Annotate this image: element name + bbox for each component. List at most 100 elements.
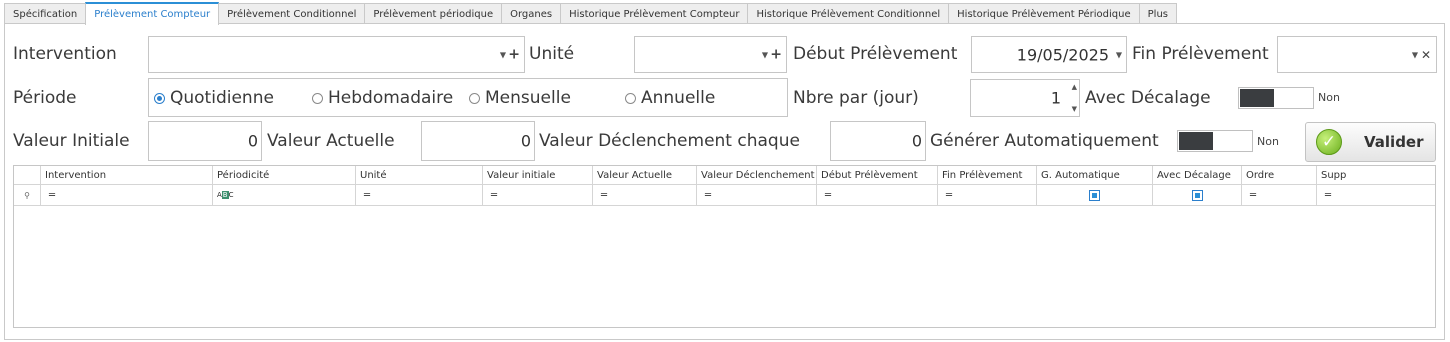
- valeur-initiale-input[interactable]: 0: [148, 121, 262, 161]
- nbre-par-jour-spinner[interactable]: 1 ▲ ▼: [970, 79, 1080, 117]
- equals-icon[interactable]: ═: [364, 190, 370, 201]
- filter-row-indicator: ⚲: [14, 185, 41, 205]
- column-header-fin-prelevement[interactable]: Fin Prélèvement: [938, 166, 1037, 184]
- valeur-actuelle-value: 0: [520, 131, 531, 151]
- valeur-actuelle-label: Valeur Actuelle: [267, 131, 395, 151]
- tab-organes[interactable]: Organes: [501, 3, 562, 24]
- filter-cell-ordre[interactable]: ═: [1242, 185, 1317, 205]
- grid-indicator-header: [14, 166, 41, 184]
- column-header-valeur-initiale[interactable]: Valeur initiale: [483, 166, 593, 184]
- close-icon[interactable]: ✕: [1421, 48, 1431, 62]
- equals-icon[interactable]: ═: [1250, 190, 1256, 201]
- intervention-combobox[interactable]: ▼ +: [148, 36, 525, 73]
- column-header-unite[interactable]: Unité: [356, 166, 483, 184]
- tab-specification[interactable]: Spécification: [4, 3, 87, 24]
- filter-cell-unite[interactable]: ═: [356, 185, 483, 205]
- generer-auto-state: Non: [1257, 135, 1279, 148]
- equals-icon[interactable]: ═: [825, 190, 831, 201]
- equals-icon[interactable]: ═: [601, 190, 607, 201]
- fin-prelevement-label: Fin Prélèvement: [1132, 44, 1269, 64]
- pin-icon: ⚲: [24, 190, 30, 200]
- filter-cell-fin-prelevement[interactable]: ═: [938, 185, 1037, 205]
- tab-historique-prelevement-periodique[interactable]: Historique Prélèvement Périodique: [948, 3, 1140, 24]
- toggle-knob: [1240, 89, 1274, 107]
- grid-filter-row: ⚲ ═ ABC ═ ═ ═ ═ ═ ═ ═ ═: [14, 185, 1435, 206]
- equals-icon[interactable]: ═: [491, 190, 497, 201]
- valider-button[interactable]: ✓ Valider: [1305, 122, 1436, 162]
- radio-label: Quotidienne: [170, 88, 274, 108]
- radio-quotidienne[interactable]: Quotidienne: [154, 88, 274, 108]
- checkbox-filter[interactable]: [1089, 189, 1100, 201]
- tab-bar: Spécification Prélèvement Compteur Prélè…: [4, 2, 1177, 25]
- nbre-par-jour-value: 1: [1050, 88, 1061, 108]
- filter-cell-intervention[interactable]: ═: [41, 185, 213, 205]
- equals-icon[interactable]: ═: [49, 190, 55, 201]
- tab-plus[interactable]: Plus: [1138, 3, 1177, 24]
- debut-prelevement-datepicker[interactable]: 19/05/2025 ▼: [971, 36, 1127, 73]
- column-header-intervention[interactable]: Intervention: [41, 166, 213, 184]
- column-header-supp[interactable]: Supp: [1317, 166, 1435, 184]
- valeur-initiale-label: Valeur Initiale: [13, 131, 130, 151]
- chevron-down-icon[interactable]: ▼: [1116, 50, 1122, 59]
- unite-combobox[interactable]: ▼ +: [634, 36, 787, 73]
- tab-prelevement-periodique[interactable]: Prélèvement périodique: [364, 3, 503, 24]
- generer-auto-label: Générer Automatiquement: [930, 131, 1159, 151]
- valeur-declenchement-label: Valeur Déclenchement chaque: [539, 131, 800, 151]
- equals-icon[interactable]: ═: [705, 190, 711, 201]
- plus-icon[interactable]: +: [770, 46, 782, 62]
- text-filter-icon[interactable]: ABC: [217, 191, 234, 199]
- column-header-g-automatique[interactable]: G. Automatique: [1037, 166, 1153, 184]
- valeur-declenchement-input[interactable]: 0: [830, 121, 926, 161]
- periode-radio-group: Quotidienne Hebdomadaire Mensuelle Annue…: [148, 78, 788, 117]
- filter-cell-supp[interactable]: ═: [1317, 185, 1435, 205]
- chevron-down-icon[interactable]: ▼: [500, 50, 506, 59]
- equals-icon[interactable]: ═: [1325, 190, 1331, 201]
- checkbox-filter[interactable]: [1191, 189, 1203, 201]
- column-header-ordre[interactable]: Ordre: [1242, 166, 1317, 184]
- radio-label: Mensuelle: [485, 88, 571, 108]
- filter-cell-avec-decalage[interactable]: [1153, 185, 1242, 205]
- avec-decalage-toggle[interactable]: [1238, 87, 1314, 109]
- column-header-valeur-declenchement[interactable]: Valeur Déclenchement: [697, 166, 817, 184]
- debut-prelevement-label: Début Prélèvement: [793, 44, 958, 64]
- spin-up-icon[interactable]: ▲: [1072, 83, 1077, 91]
- column-header-periodicite[interactable]: Périodicité: [213, 166, 356, 184]
- column-header-debut-prelevement[interactable]: Début Prélèvement: [817, 166, 938, 184]
- tab-historique-prelevement-conditionnel[interactable]: Historique Prélèvement Conditionnel: [747, 3, 950, 24]
- filter-cell-g-automatique[interactable]: [1037, 185, 1153, 205]
- prelevement-grid: Intervention Périodicité Unité Valeur in…: [13, 165, 1436, 328]
- plus-icon[interactable]: +: [508, 46, 520, 62]
- intervention-label: Intervention: [13, 44, 117, 64]
- nbre-par-jour-label: Nbre par (jour): [793, 88, 919, 108]
- spin-down-icon[interactable]: ▼: [1072, 105, 1077, 113]
- avec-decalage-label: Avec Décalage: [1085, 88, 1211, 108]
- radio-hebdomadaire[interactable]: Hebdomadaire: [312, 88, 453, 108]
- radio-button[interactable]: [625, 92, 636, 104]
- column-header-valeur-actuelle[interactable]: Valeur Actuelle: [593, 166, 697, 184]
- valeur-declenchement-value: 0: [911, 131, 922, 151]
- avec-decalage-state: Non: [1318, 91, 1340, 104]
- check-circle-icon: ✓: [1316, 129, 1342, 155]
- chevron-down-icon[interactable]: ▼: [1412, 50, 1418, 59]
- fin-prelevement-datepicker[interactable]: ▼ ✕: [1277, 36, 1437, 73]
- valeur-actuelle-input[interactable]: 0: [421, 121, 535, 161]
- tab-historique-prelevement-compteur[interactable]: Historique Prélèvement Compteur: [560, 3, 749, 24]
- filter-cell-valeur-initiale[interactable]: ═: [483, 185, 593, 205]
- generer-auto-toggle[interactable]: [1177, 130, 1253, 152]
- column-header-avec-decalage[interactable]: Avec Décalage: [1153, 166, 1242, 184]
- radio-button[interactable]: [469, 92, 480, 104]
- filter-cell-periodicite[interactable]: ABC: [213, 185, 356, 205]
- radio-annuelle[interactable]: Annuelle: [625, 88, 715, 108]
- tab-prelevement-compteur[interactable]: Prélèvement Compteur: [85, 2, 220, 25]
- radio-button[interactable]: [312, 92, 323, 104]
- tab-prelevement-conditionnel[interactable]: Prélèvement Conditionnel: [218, 3, 366, 24]
- periode-label: Période: [13, 88, 77, 108]
- filter-cell-debut-prelevement[interactable]: ═: [817, 185, 938, 205]
- radio-label: Hebdomadaire: [328, 88, 454, 108]
- chevron-down-icon[interactable]: ▼: [762, 50, 768, 59]
- equals-icon[interactable]: ═: [946, 190, 952, 201]
- filter-cell-valeur-actuelle[interactable]: ═: [593, 185, 697, 205]
- filter-cell-valeur-declenchement[interactable]: ═: [697, 185, 817, 205]
- radio-mensuelle[interactable]: Mensuelle: [469, 88, 571, 108]
- radio-button-checked[interactable]: [154, 92, 165, 104]
